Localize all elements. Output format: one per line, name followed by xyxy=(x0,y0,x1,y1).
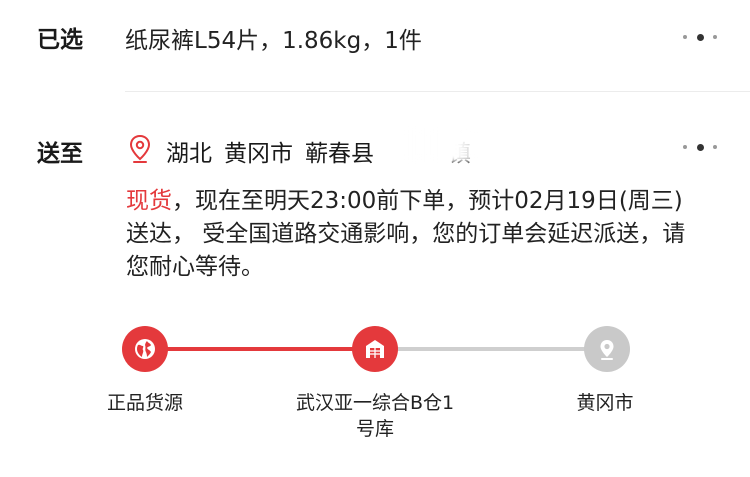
step-node-destination xyxy=(584,326,630,372)
step-label-warehouse: 武汉亚一综合B仓1号库 xyxy=(295,392,455,440)
address-province: 湖北 xyxy=(166,141,212,167)
divider xyxy=(125,91,750,92)
progress-track-done xyxy=(145,347,375,351)
delivery-eta-text: ，现在至明天23:00前下单，预计02月19日(周三)送达， 受全国道路交通影响… xyxy=(126,188,686,280)
step-node-warehouse xyxy=(352,326,398,372)
address-city: 黄冈市 xyxy=(224,141,293,167)
address-county: 蕲春县 xyxy=(305,141,374,167)
progress-track-pending xyxy=(375,347,607,351)
logistics-progress: 正品货源 武汉亚一综合B仓1号库 黄冈市 xyxy=(0,324,750,464)
location-pin-icon xyxy=(129,134,151,163)
more-options-icon[interactable] xyxy=(683,140,717,154)
selected-label: 已选 xyxy=(37,27,83,53)
step-node-source xyxy=(122,326,168,372)
redacted-area xyxy=(408,128,480,162)
step-label-destination: 黄冈市 xyxy=(576,392,634,414)
more-options-icon[interactable] xyxy=(683,30,717,44)
product-delivery-panel: 已选 纸尿裤L54片，1.86kg，1件 送至 湖北黄冈市蕲春县镇 现货，现在至… xyxy=(0,0,750,477)
step-label-source: 正品货源 xyxy=(106,392,183,414)
warehouse-icon xyxy=(366,340,384,358)
stock-tag: 现货 xyxy=(126,188,172,214)
delivery-description: 现货，现在至明天23:00前下单，预计02月19日(周三)送达， 受全国道路交通… xyxy=(126,185,696,284)
globe-icon xyxy=(135,339,155,359)
selected-spec-value[interactable]: 纸尿裤L54片，1.86kg，1件 xyxy=(125,21,422,55)
location-pin-icon xyxy=(600,340,614,360)
deliver-to-label: 送至 xyxy=(37,141,83,167)
